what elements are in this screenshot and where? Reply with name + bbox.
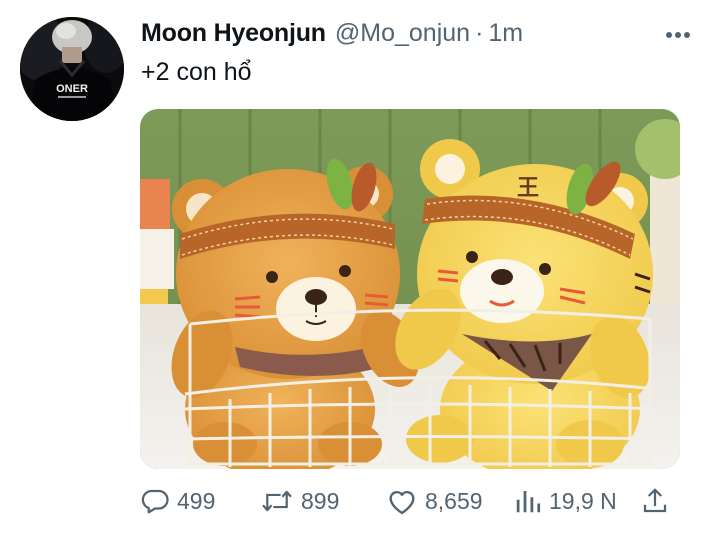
separator-dot: ·: [475, 19, 484, 47]
retweet-button[interactable]: 899: [260, 483, 339, 519]
plush-bears-photo: 王: [140, 109, 680, 469]
reply-button[interactable]: 499: [140, 483, 215, 519]
share-upload-icon: [643, 488, 667, 513]
user-handle[interactable]: @Mo_onjun: [335, 19, 470, 48]
like-button[interactable]: 8,659: [386, 483, 483, 519]
tweet-header: Moon Hyeonjun @Mo_onjun · 1m: [141, 19, 523, 53]
display-name[interactable]: Moon Hyeonjun: [141, 19, 326, 48]
more-button[interactable]: [660, 25, 696, 45]
like-count: 8,659: [425, 487, 483, 514]
timestamp[interactable]: 1m: [488, 19, 523, 48]
more-dots-icon: [666, 32, 690, 38]
reply-bubble-icon: [141, 489, 169, 514]
bar-chart-icon: [516, 491, 541, 513]
tweet-text: +2 con hổ: [141, 58, 252, 86]
tweet-actions-bar: 499 899 8,659 19,9 N: [140, 483, 680, 519]
views-button[interactable]: 19,9 N: [514, 483, 617, 519]
tweet-card[interactable]: ONER Moon Hyeonjun @Mo_onjun · 1m +2 con…: [0, 0, 720, 536]
views-count: 19,9 N: [549, 487, 617, 514]
tweet-media-photo[interactable]: 王: [140, 109, 680, 469]
tiger-forehead-mark: 王: [517, 176, 539, 201]
retweet-arrows-icon: [262, 490, 292, 512]
heart-icon: [389, 490, 415, 515]
reply-count: 499: [177, 487, 216, 514]
retweet-count: 899: [301, 487, 340, 514]
avatar[interactable]: ONER: [20, 17, 124, 121]
avatar-jersey-text: ONER: [56, 83, 88, 95]
avatar-photo: ONER: [20, 17, 124, 121]
share-button[interactable]: [640, 483, 670, 519]
